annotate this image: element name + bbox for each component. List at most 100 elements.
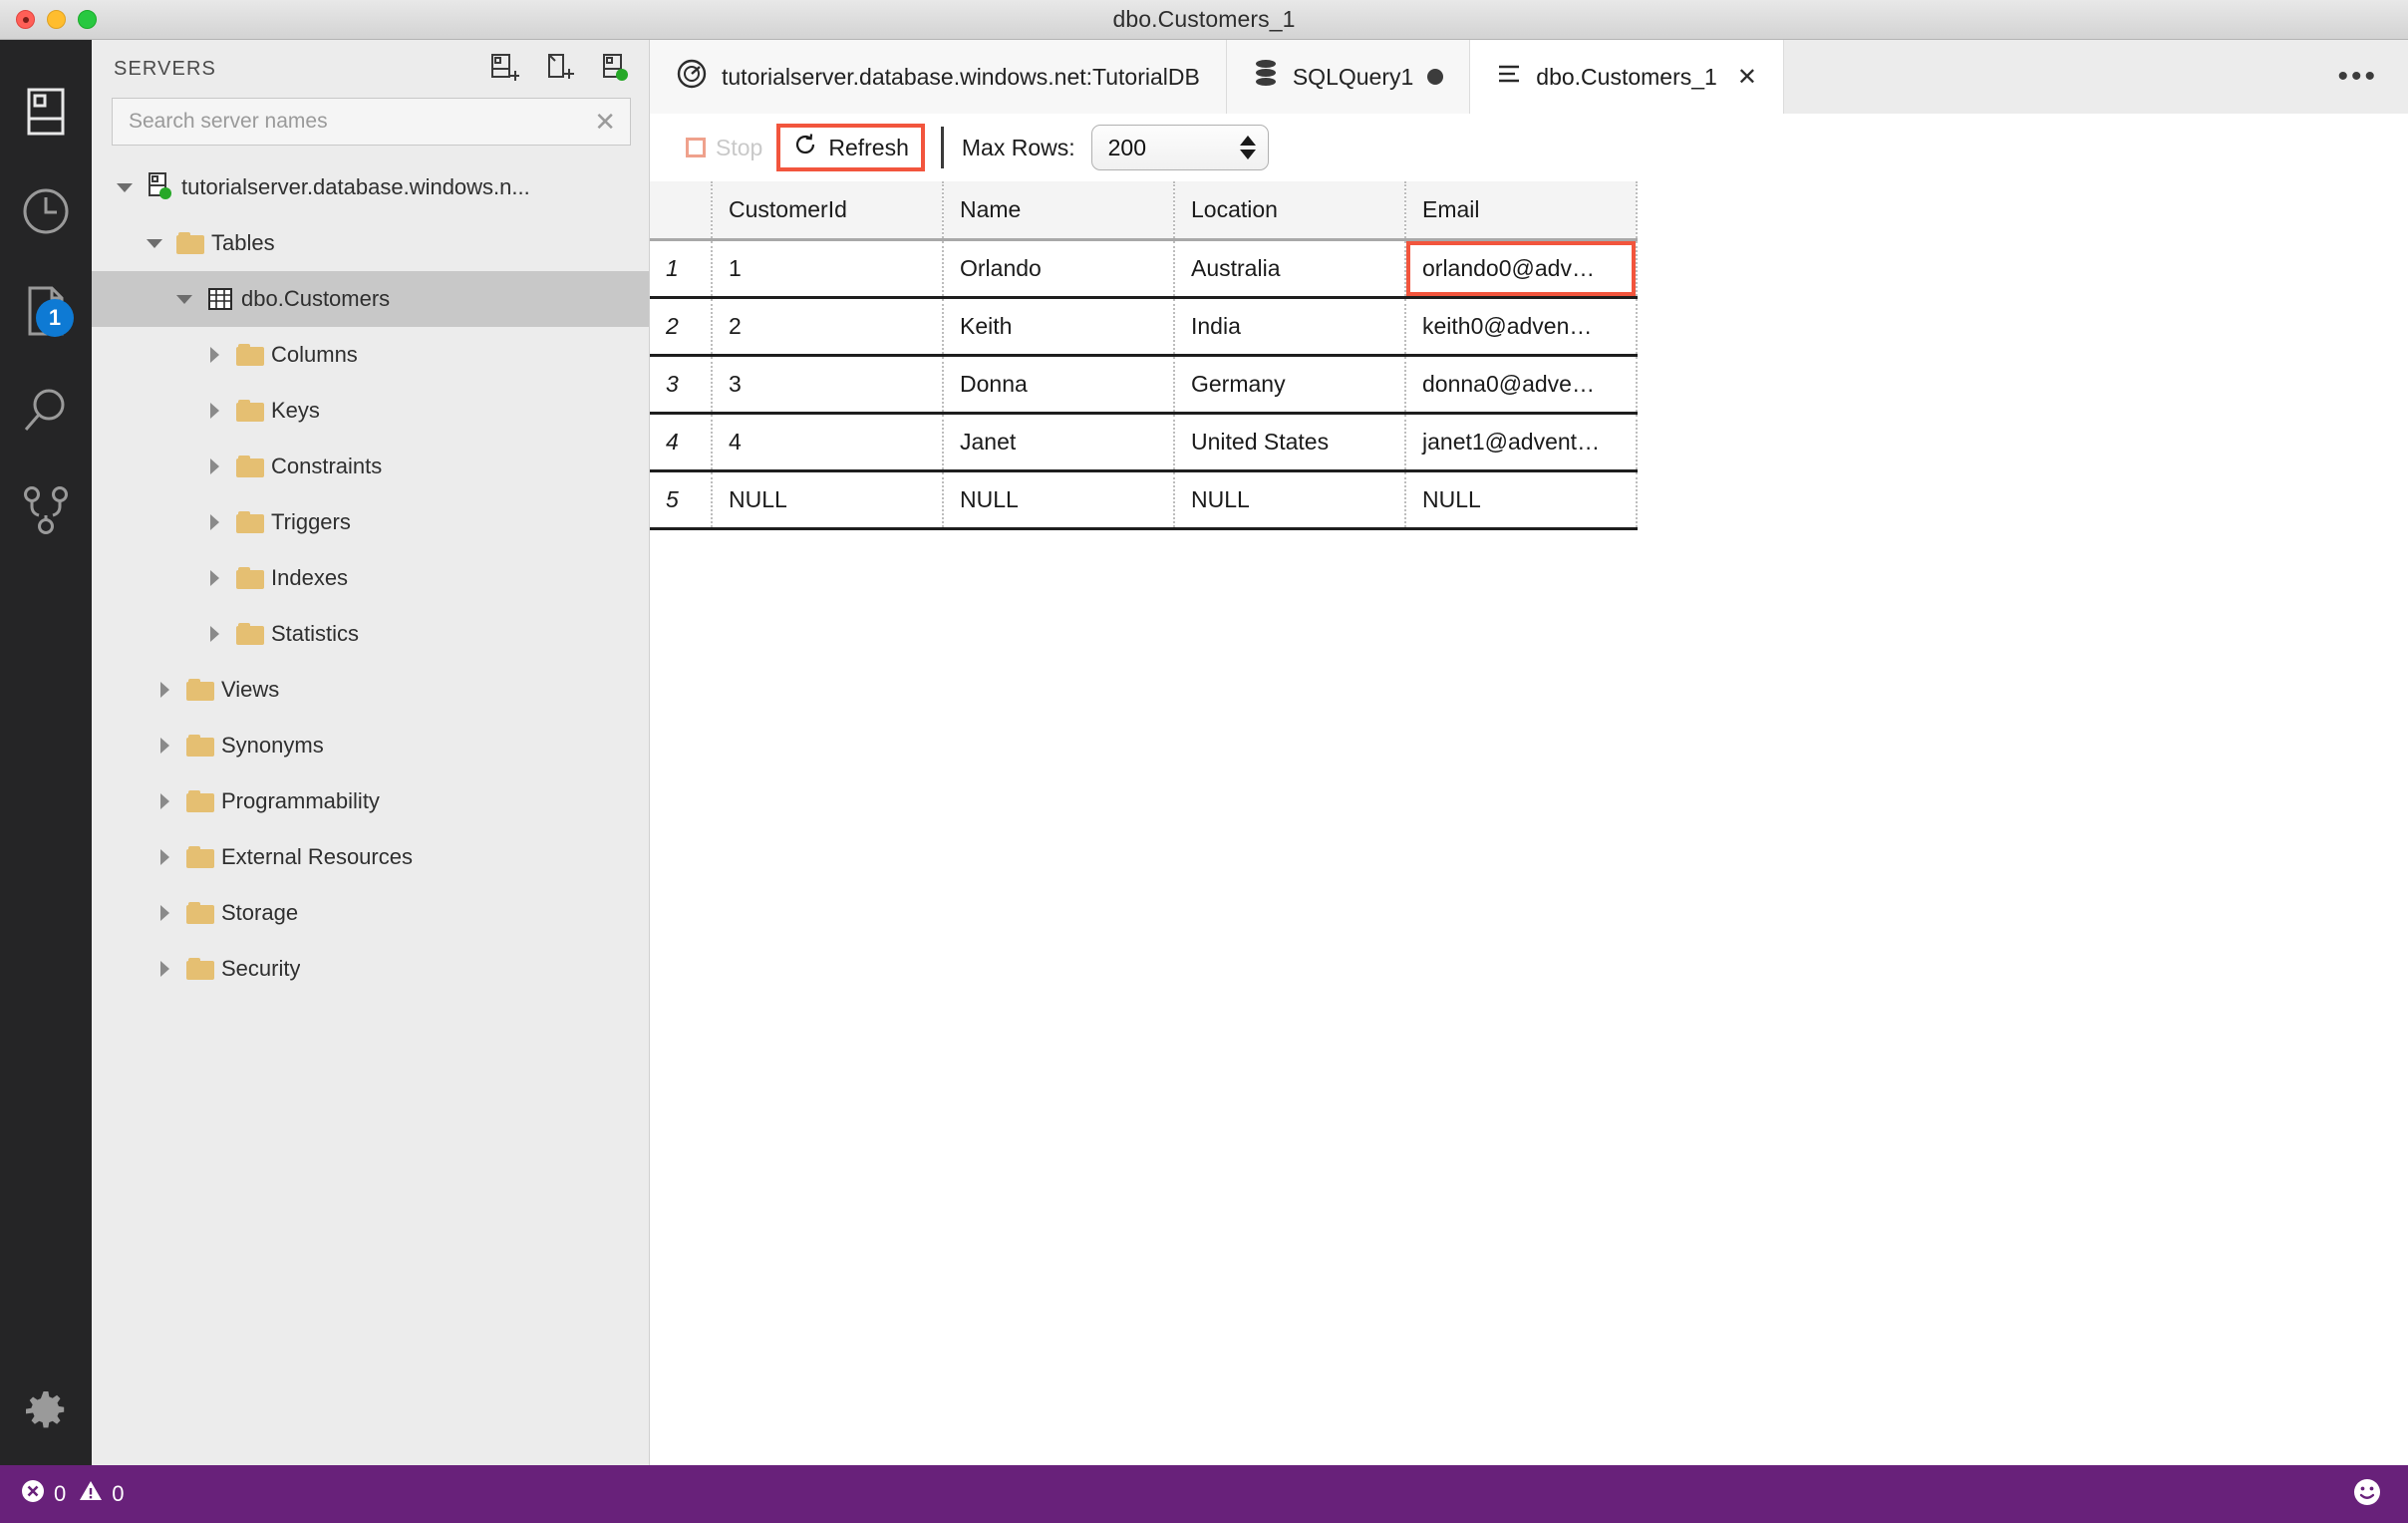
error-count: 0 [54,1481,67,1506]
tree-item-synonyms[interactable]: Synonyms [92,718,649,773]
file-badge-count: 1 [36,299,74,337]
refresh-label: Refresh [828,134,909,160]
chevron-right-icon[interactable] [150,793,179,809]
chevron-right-icon[interactable] [150,738,179,754]
results-grid-wrap[interactable]: CustomerId Name Location Email 1 1 Orlan… [650,181,2408,1465]
tree-item-views[interactable]: Views [92,662,649,718]
chevron-right-icon[interactable] [199,347,229,363]
chevron-down-icon[interactable] [140,239,169,248]
activity-item-history[interactable] [0,161,92,261]
tree-item-triggers[interactable]: Triggers [92,494,649,550]
tab-dashboard[interactable]: tutorialserver.database.windows.net:Tuto… [650,40,1227,114]
status-errors[interactable]: 0 [20,1478,66,1510]
tab-dirty-indicator[interactable] [1427,69,1444,85]
chevron-right-icon[interactable] [150,682,179,698]
database-icon [1253,59,1279,95]
chevron-right-icon[interactable] [150,905,179,921]
grid-cell[interactable]: Keith [943,297,1175,357]
tree-item-storage[interactable]: Storage [92,885,649,941]
smiley-icon[interactable] [2350,1475,2384,1514]
table-row[interactable]: 1 1 Orlando Australia orlando0@adv… [650,239,1638,299]
status-warnings[interactable]: 0 [78,1478,125,1510]
sidebar-title: SERVERS [114,57,216,80]
status-bar: 0 0 [0,1465,2408,1523]
tree-item-keys[interactable]: Keys [92,383,649,439]
chevron-right-icon[interactable] [199,514,229,530]
table-row[interactable]: 3 3 Donna Germany donna0@adve… [650,355,1638,415]
tree-item-dbo-customers[interactable]: dbo.Customers [92,271,649,327]
grid-cell[interactable]: NULL [1174,470,1406,530]
grid-cell[interactable]: Germany [1174,355,1406,415]
chevron-right-icon[interactable] [199,458,229,474]
chevron-down-icon[interactable] [169,295,199,304]
tab-dbo-customers-1[interactable]: dbo.Customers_1 ✕ [1470,40,1784,114]
refresh-button[interactable]: Refresh [776,124,925,171]
search-input[interactable] [129,110,587,134]
grid-cell[interactable]: janet1@advent… [1405,413,1638,472]
activity-item-search[interactable] [0,361,92,460]
activity-item-servers[interactable] [0,62,92,161]
tab-label: tutorialserver.database.windows.net:Tuto… [722,63,1200,90]
new-connection-icon[interactable] [485,52,519,86]
error-icon [20,1478,46,1510]
max-rows-stepper[interactable]: 200 [1090,125,1269,170]
chevron-right-icon[interactable] [150,961,179,977]
chevron-right-icon[interactable] [199,570,229,586]
tree-item-constraints[interactable]: Constraints [92,439,649,494]
chevron-right-icon[interactable] [150,849,179,865]
grid-cell[interactable]: donna0@adve… [1405,355,1638,415]
dashboard-icon [676,58,708,96]
activity-item-source-control[interactable] [0,460,92,560]
grid-cell[interactable]: 2 [712,297,944,357]
grid-cell[interactable]: India [1174,297,1406,357]
tree-item-external-resources[interactable]: External Resources [92,829,649,885]
refresh-icon [792,132,818,163]
row-number: 3 [650,355,713,415]
grid-cell[interactable]: Janet [943,413,1175,472]
grid-cell[interactable]: United States [1174,413,1406,472]
grid-cell[interactable]: keith0@adven… [1405,297,1638,357]
tree-item-statistics[interactable]: Statistics [92,606,649,662]
new-server-group-icon[interactable] [597,52,631,86]
tree-item-columns[interactable]: Columns [92,327,649,383]
grid-cell[interactable]: NULL [943,470,1175,530]
more-actions-icon[interactable]: ••• [2337,62,2378,92]
stop-button[interactable]: Stop [686,135,762,161]
chevron-right-icon[interactable] [199,626,229,642]
activity-item-files[interactable]: 1 [0,261,92,361]
tree-item-indexes[interactable]: Indexes [92,550,649,606]
grid-cell-selected[interactable]: orlando0@adv… [1405,239,1638,299]
close-icon[interactable]: ✕ [1737,63,1757,92]
tree-item-tables[interactable]: Tables [92,215,649,271]
grid-cell-text: orlando0@adv… [1422,254,1595,281]
clear-search-icon[interactable]: ✕ [586,109,616,135]
grid-cell[interactable]: Donna [943,355,1175,415]
chevron-down-icon[interactable] [110,183,140,192]
tree-item-label: Views [221,677,280,702]
editor-tabbar: tutorialserver.database.windows.net:Tuto… [650,40,2408,114]
grid-cell[interactable]: 1 [712,239,944,299]
grid-cell[interactable]: 4 [712,413,944,472]
grid-col-header-location[interactable]: Location [1174,181,1406,241]
grid-col-header-customerid[interactable]: CustomerId [712,181,944,241]
toolbar-separator [940,127,944,168]
search-box[interactable]: ✕ [112,98,631,146]
chevron-right-icon[interactable] [199,403,229,419]
new-query-icon[interactable] [541,52,575,86]
grid-col-header-name[interactable]: Name [943,181,1175,241]
tree-item-server[interactable]: tutorialserver.database.windows.n... [92,159,649,215]
grid-cell[interactable]: Orlando [943,239,1175,299]
tree-item-programmability[interactable]: Programmability [92,773,649,829]
table-row[interactable]: 2 2 Keith India keith0@adven… [650,297,1638,357]
table-row[interactable]: 5 NULL NULL NULL NULL [650,470,1638,530]
grid-cell[interactable]: NULL [1405,470,1638,530]
grid-cell[interactable]: Australia [1174,239,1406,299]
grid-col-header-email[interactable]: Email [1405,181,1638,241]
table-row[interactable]: 4 4 Janet United States janet1@advent… [650,413,1638,472]
grid-cell[interactable]: 3 [712,355,944,415]
tab-sqlquery1[interactable]: SQLQuery1 [1226,40,1471,114]
stepper-arrows-icon[interactable] [1239,136,1256,159]
activity-item-settings[interactable] [0,1362,92,1465]
grid-cell[interactable]: NULL [712,470,944,530]
tree-item-security[interactable]: Security [92,941,649,997]
